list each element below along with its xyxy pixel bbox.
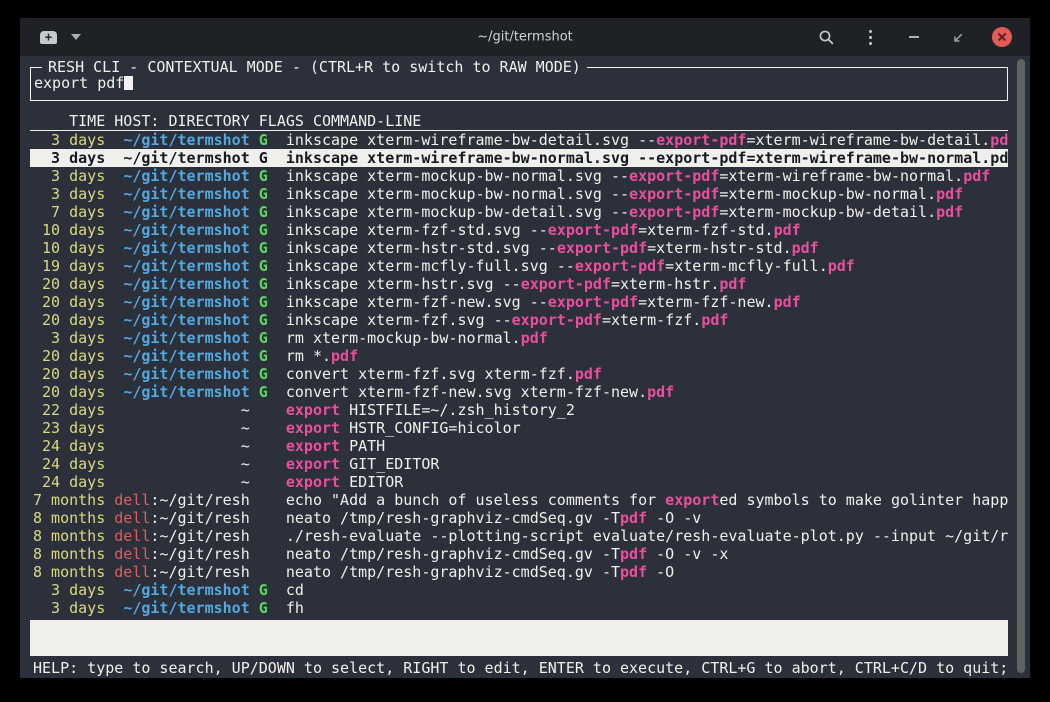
scrollbar[interactable] bbox=[1017, 59, 1025, 673]
restore-icon bbox=[952, 31, 965, 44]
status-bar: 2020-05-07 17:17:28 tower:~/git/termshot… bbox=[30, 620, 1008, 656]
history-row[interactable]: 10 days ~/git/termshot G inkscape xterm-… bbox=[30, 221, 1008, 239]
history-row-selected[interactable]: 3 days ~/git/termshot G inkscape xterm-w… bbox=[30, 149, 1008, 167]
menu-button[interactable] bbox=[860, 27, 880, 47]
plus-glyph: + bbox=[45, 30, 52, 44]
history-row[interactable]: 10 days ~/git/termshot G inkscape xterm-… bbox=[30, 239, 1008, 257]
titlebar: + ~/git/termshot bbox=[20, 18, 1030, 56]
history-row[interactable]: 20 days ~/git/termshot G inkscape xterm-… bbox=[30, 275, 1008, 293]
close-button[interactable] bbox=[992, 27, 1012, 47]
resh-search-box[interactable]: RESH CLI - CONTEXTUAL MODE - (CTRL+R to … bbox=[30, 67, 1008, 101]
history-row[interactable]: 20 days ~/git/termshot G rm *.pdf bbox=[30, 347, 1008, 365]
history-row[interactable]: 8 months dell:~/git/resh neato /tmp/resh… bbox=[30, 545, 1008, 563]
history-row[interactable]: 3 days ~/git/termshot G inkscape xterm-w… bbox=[30, 131, 1008, 149]
history-row[interactable]: 3 days ~/git/termshot G cd bbox=[30, 581, 1008, 599]
kebab-menu-icon bbox=[869, 30, 872, 45]
table-header: TIME HOST: DIRECTORY FLAGS COMMAND-LINE bbox=[30, 112, 1008, 131]
search-box-title: RESH CLI - CONTEXTUAL MODE - (CTRL+R to … bbox=[42, 58, 587, 76]
terminal-screen: RESH CLI - CONTEXTUAL MODE - (CTRL+R to … bbox=[20, 56, 1030, 678]
text-cursor bbox=[124, 75, 133, 90]
terminal-window: + ~/git/termshot bbox=[20, 18, 1030, 678]
history-row[interactable]: 8 months dell:~/git/resh neato /tmp/resh… bbox=[30, 563, 1008, 581]
history-row[interactable]: 22 days ~ export HISTFILE=~/.zsh_history… bbox=[30, 401, 1008, 419]
search-button[interactable] bbox=[816, 27, 836, 47]
new-tab-button[interactable]: + bbox=[40, 31, 81, 44]
restore-button[interactable] bbox=[948, 27, 968, 47]
history-row[interactable]: 20 days ~/git/termshot G inkscape xterm-… bbox=[30, 293, 1008, 311]
minimize-icon bbox=[909, 36, 919, 38]
history-row[interactable]: 8 months dell:~/git/resh neato /tmp/resh… bbox=[30, 509, 1008, 527]
new-tab-icon: + bbox=[40, 31, 57, 44]
history-row[interactable]: 3 days ~/git/termshot G inkscape xterm-m… bbox=[30, 167, 1008, 185]
history-row[interactable]: 19 days ~/git/termshot G inkscape xterm-… bbox=[30, 257, 1008, 275]
history-row[interactable]: 24 days ~ export GIT_EDITOR bbox=[30, 455, 1008, 473]
minimize-button[interactable] bbox=[904, 27, 924, 47]
history-row[interactable]: 3 days ~/git/termshot G fh bbox=[30, 599, 1008, 617]
history-list: 3 days ~/git/termshot G inkscape xterm-w… bbox=[30, 131, 1008, 617]
history-row[interactable]: 7 days ~/git/termshot G inkscape xterm-m… bbox=[30, 203, 1008, 221]
desktop: + ~/git/termshot bbox=[0, 0, 1050, 702]
history-row[interactable]: 20 days ~/git/termshot G inkscape xterm-… bbox=[30, 311, 1008, 329]
search-input[interactable]: export pdf bbox=[34, 74, 124, 92]
window-title: ~/git/termshot bbox=[477, 30, 573, 45]
history-row[interactable]: 3 days ~/git/termshot G rm xterm-mockup-… bbox=[30, 329, 1008, 347]
chevron-down-icon bbox=[71, 34, 81, 40]
history-row[interactable]: 7 months dell:~/git/resh echo "Add a bun… bbox=[30, 491, 1008, 509]
history-row[interactable]: 20 days ~/git/termshot G convert xterm-f… bbox=[30, 365, 1008, 383]
help-line: HELP: type to search, UP/DOWN to select,… bbox=[30, 659, 1030, 677]
history-row[interactable]: 8 months dell:~/git/resh ./resh-evaluate… bbox=[30, 527, 1008, 545]
history-row[interactable]: 3 days ~/git/termshot G inkscape xterm-m… bbox=[30, 185, 1008, 203]
search-icon bbox=[818, 29, 835, 46]
history-row[interactable]: 24 days ~ export EDITOR bbox=[30, 473, 1008, 491]
history-row[interactable]: 24 days ~ export PATH bbox=[30, 437, 1008, 455]
history-row[interactable]: 20 days ~/git/termshot G convert xterm-f… bbox=[30, 383, 1008, 401]
history-row[interactable]: 23 days ~ export HSTR_CONFIG=hicolor bbox=[30, 419, 1008, 437]
